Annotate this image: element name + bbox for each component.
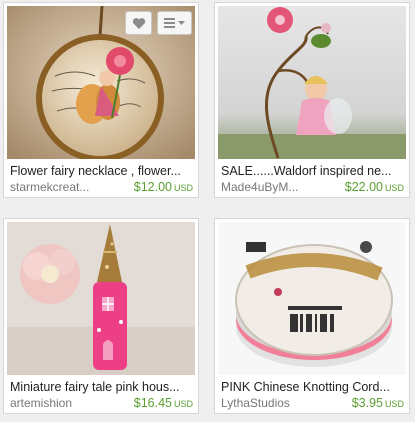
listing-title[interactable]: Miniature fairy tale pink hous... <box>10 379 194 395</box>
price-value: $3.95 <box>351 396 383 410</box>
listing-title[interactable]: SALE......Waldorf inspired ne... <box>221 163 405 179</box>
listing-card-2[interactable]: SALE......Waldorf inspired ne... Made4uB… <box>214 2 410 198</box>
listing-title[interactable]: PINK Chinese Knotting Cord... <box>221 379 405 395</box>
listing-card-3[interactable]: Miniature fairy tale pink hous... artemi… <box>3 218 199 414</box>
listing-price: $12.00 USD <box>134 180 193 196</box>
listing-image-2[interactable] <box>218 6 406 159</box>
price-value: $22.00 <box>344 180 383 194</box>
currency: USD <box>384 183 404 193</box>
shop-name[interactable]: LythaStudios <box>221 396 321 411</box>
listing-image-4[interactable] <box>218 222 406 375</box>
add-to-list-button[interactable] <box>157 11 192 35</box>
heart-icon <box>132 17 145 29</box>
price-value: $16.45 <box>133 396 172 410</box>
shop-name[interactable]: Made4uByM... <box>221 180 321 195</box>
shop-name[interactable]: artemishion <box>10 396 110 411</box>
currency: USD <box>173 183 193 193</box>
listing-card-1[interactable]: Flower fairy necklace , flower... starme… <box>3 2 199 198</box>
listing-title[interactable]: Flower fairy necklace , flower... <box>10 163 194 179</box>
list-icon <box>163 18 185 28</box>
currency: USD <box>173 399 193 409</box>
shop-name[interactable]: starmekcreat... <box>10 180 110 195</box>
listing-price: $16.45 USD <box>134 396 193 412</box>
listing-price: $22.00 USD <box>345 180 404 196</box>
favorite-button[interactable] <box>125 11 152 35</box>
price-value: $12.00 <box>133 180 172 194</box>
listing-card-4[interactable]: PINK Chinese Knotting Cord... LythaStudi… <box>214 218 410 414</box>
listing-image-3[interactable] <box>7 222 195 375</box>
currency: USD <box>384 399 404 409</box>
listing-price: $3.95 USD <box>352 396 404 412</box>
